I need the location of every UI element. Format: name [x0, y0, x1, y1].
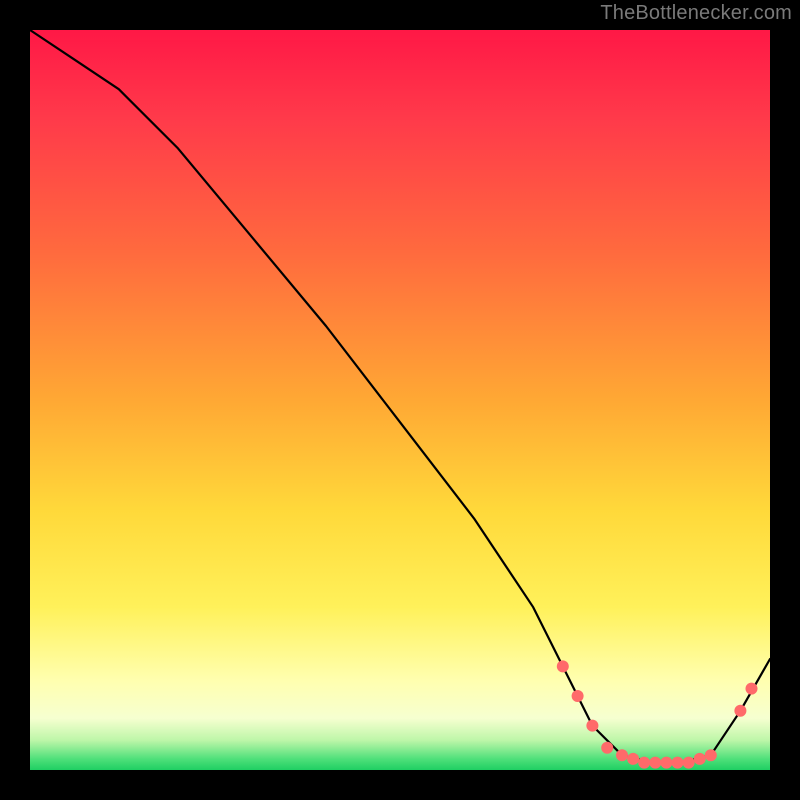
curve-svg [30, 30, 770, 770]
curve-marker [705, 749, 717, 761]
curve-marker [672, 757, 684, 769]
curve-marker [601, 742, 613, 754]
curve-marker [746, 683, 758, 695]
curve-marker [557, 660, 569, 672]
curve-marker [649, 757, 661, 769]
curve-marker [734, 705, 746, 717]
bottleneck-curve [30, 30, 770, 763]
curve-marker [572, 690, 584, 702]
curve-marker [627, 753, 639, 765]
curve-marker [638, 757, 650, 769]
plot-area [30, 30, 770, 770]
curve-marker [683, 757, 695, 769]
curve-marker [660, 757, 672, 769]
curve-marker [586, 720, 598, 732]
attribution-label: TheBottlenecker.com [600, 2, 792, 25]
curve-marker [616, 749, 628, 761]
chart-frame: TheBottlenecker.com [0, 0, 800, 800]
curve-marker [694, 753, 706, 765]
